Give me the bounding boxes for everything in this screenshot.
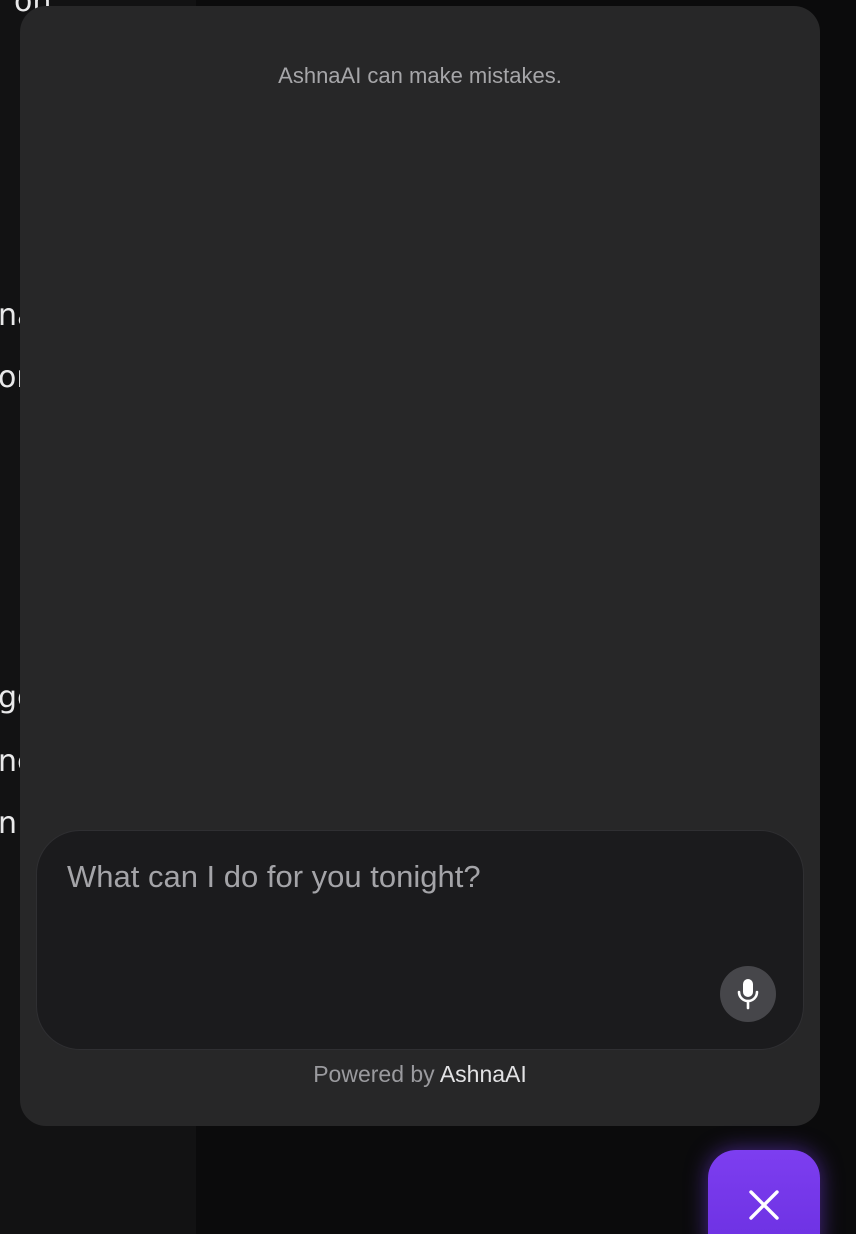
close-icon xyxy=(749,1190,779,1220)
background-text-fragment: n xyxy=(0,806,18,841)
brand-link[interactable]: AshnaAI xyxy=(440,1061,527,1087)
message-input[interactable] xyxy=(67,857,707,897)
microphone-button[interactable] xyxy=(720,966,776,1022)
powered-by-label: Powered by xyxy=(313,1061,435,1087)
microphone-icon xyxy=(737,979,759,1010)
disclaimer-text: AshnaAI can make mistakes. xyxy=(278,63,562,88)
page: on na or ge nc n AshnaAI can make mistak… xyxy=(0,0,856,1234)
powered-by: Powered by AshnaAI xyxy=(20,1060,820,1088)
chat-panel: AshnaAI can make mistakes. Powered by As… xyxy=(20,6,820,1126)
close-chat-button[interactable] xyxy=(708,1150,820,1234)
message-composer xyxy=(36,830,804,1050)
